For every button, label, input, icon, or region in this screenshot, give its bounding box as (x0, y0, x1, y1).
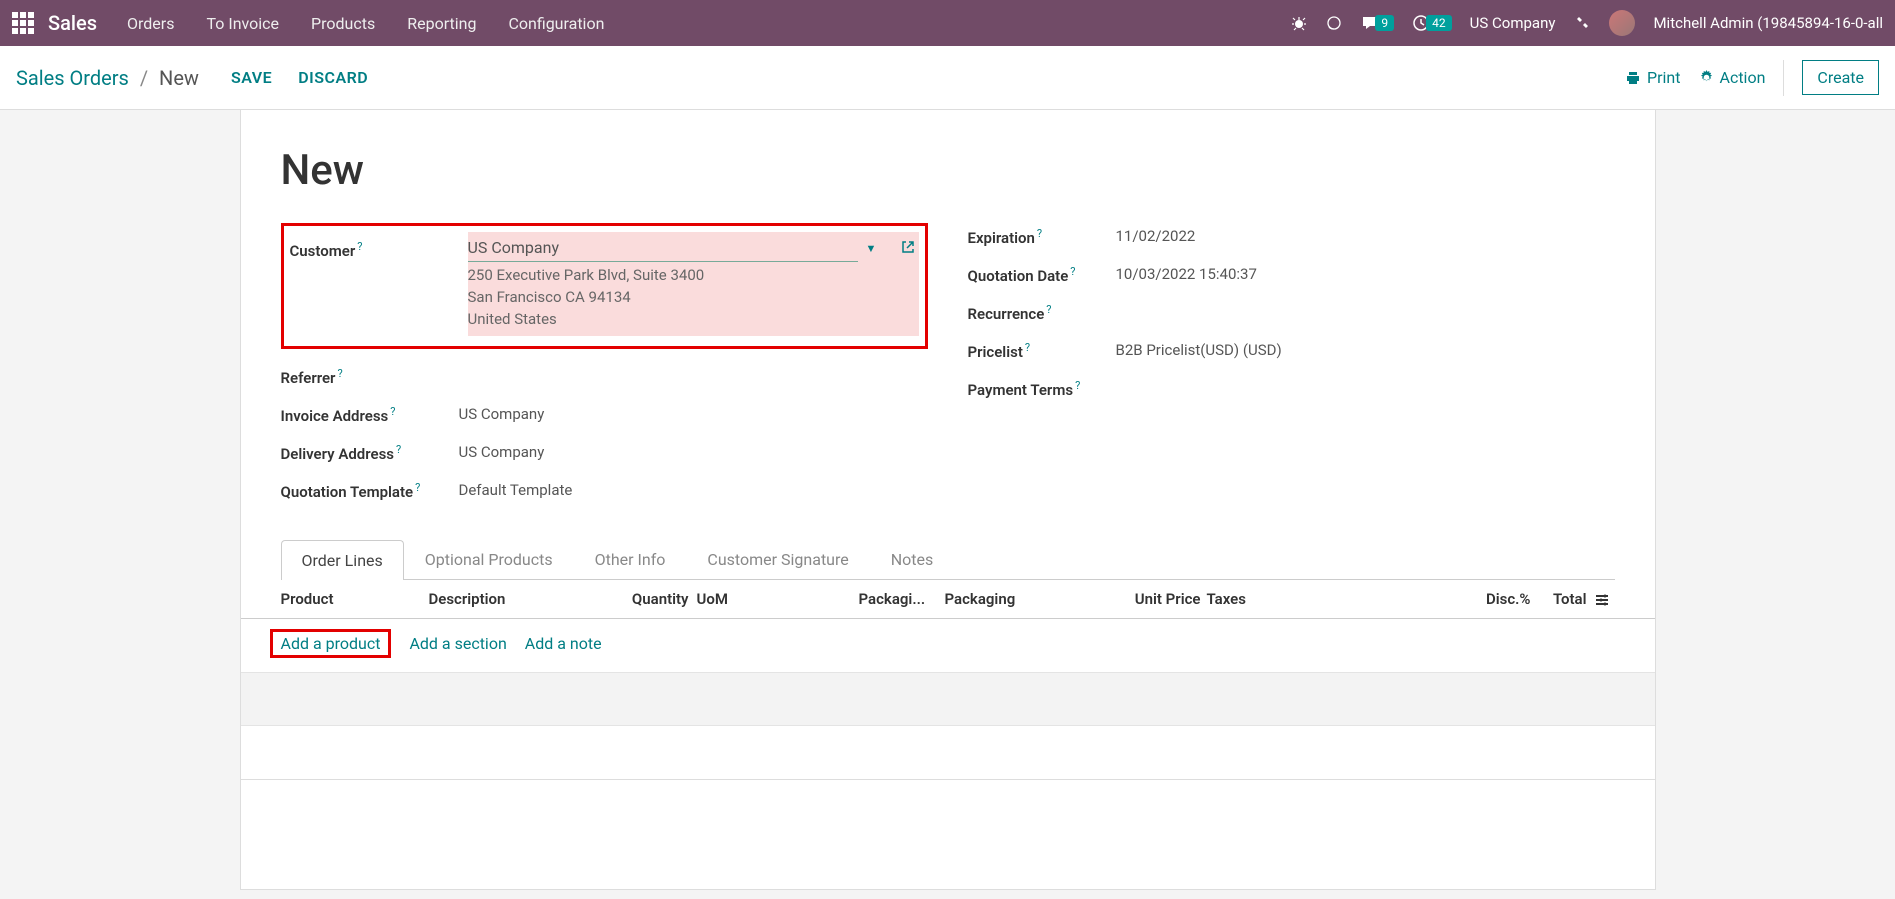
breadcrumb-current: New (159, 66, 199, 90)
recurrence-value[interactable] (1116, 299, 1615, 303)
expiration-value[interactable]: 11/02/2022 (1116, 223, 1615, 245)
invoice-address-label: Invoice Address? (281, 401, 459, 425)
customer-address-2: San Francisco CA 94134 (468, 288, 911, 306)
external-link-icon[interactable] (900, 236, 916, 255)
user-name[interactable]: Mitchell Admin (19845894-16-0-all (1653, 14, 1883, 32)
add-product-highlight: Add a product (270, 629, 392, 658)
customer-address-3: United States (468, 310, 911, 328)
app-title[interactable]: Sales (48, 11, 97, 35)
print-button[interactable]: Print (1625, 68, 1680, 87)
col-uom: UoM (689, 590, 859, 608)
form-sheet: New Customer? ▼ 250 Executive Park Blvd,… (240, 110, 1656, 890)
company-switcher[interactable]: US Company (1470, 14, 1556, 32)
messages-icon[interactable]: 9 (1361, 14, 1394, 32)
customer-field-highlight: Customer? ▼ 250 Executive Park Blvd, Sui… (281, 223, 928, 349)
col-quantity: Quantity (611, 590, 689, 608)
recurrence-label: Recurrence? (968, 299, 1116, 323)
col-product: Product (281, 590, 429, 608)
menu-reporting[interactable]: Reporting (407, 14, 476, 33)
customer-input[interactable] (468, 234, 858, 262)
avatar[interactable] (1609, 10, 1635, 36)
add-note-link[interactable]: Add a note (525, 634, 602, 653)
create-button[interactable]: Create (1802, 60, 1879, 95)
invoice-address-value[interactable]: US Company (459, 401, 928, 423)
payment-terms-value[interactable] (1116, 375, 1615, 379)
breadcrumb-root[interactable]: Sales Orders (16, 66, 129, 90)
col-unit-price: Unit Price (1129, 590, 1201, 608)
pricelist-value[interactable]: B2B Pricelist(USD) (USD) (1116, 337, 1615, 359)
expiration-label: Expiration? (968, 223, 1116, 247)
add-product-link[interactable]: Add a product (281, 634, 381, 653)
columns-settings-icon[interactable] (1595, 590, 1615, 608)
tab-notes[interactable]: Notes (870, 539, 955, 579)
tab-order-lines[interactable]: Order Lines (281, 540, 404, 580)
activities-count: 42 (1426, 15, 1452, 31)
tools-icon[interactable] (1573, 14, 1591, 32)
tab-other-info[interactable]: Other Info (574, 539, 687, 579)
save-button[interactable]: SAVE (231, 68, 272, 87)
apps-icon[interactable] (12, 12, 34, 34)
table-footer-band (241, 726, 1655, 780)
delivery-address-value[interactable]: US Company (459, 439, 928, 461)
control-panel: Sales Orders / New SAVE DISCARD Print Ac… (0, 46, 1895, 110)
messages-count: 9 (1375, 15, 1394, 31)
quotation-template-label: Quotation Template? (281, 477, 459, 501)
empty-row-band (241, 672, 1655, 726)
quotation-date-value[interactable]: 10/03/2022 15:40:37 (1116, 261, 1615, 283)
col-packaging-qty: Packagi... (859, 590, 945, 608)
quotation-date-label: Quotation Date? (968, 261, 1116, 285)
activities-icon[interactable]: 42 (1412, 14, 1452, 32)
action-button[interactable]: Action (1699, 68, 1766, 87)
discard-button[interactable]: DISCARD (298, 68, 368, 87)
caret-down-icon[interactable]: ▼ (866, 242, 877, 255)
col-taxes: Taxes (1201, 590, 1391, 608)
col-total: Total (1531, 590, 1595, 608)
menu-to-invoice[interactable]: To Invoice (206, 14, 279, 33)
tab-optional-products[interactable]: Optional Products (404, 539, 574, 579)
notebook-tabs: Order Lines Optional Products Other Info… (281, 539, 1615, 580)
print-icon (1625, 70, 1641, 86)
referrer-label: Referrer? (281, 363, 459, 387)
menu-orders[interactable]: Orders (127, 14, 174, 33)
customer-address-1: 250 Executive Park Blvd, Suite 3400 (468, 266, 911, 284)
menu-configuration[interactable]: Configuration (508, 14, 604, 33)
top-navbar: Sales Orders To Invoice Products Reporti… (0, 0, 1895, 46)
col-packaging: Packaging (945, 590, 1129, 608)
tab-customer-signature[interactable]: Customer Signature (686, 539, 869, 579)
gear-icon (1699, 70, 1714, 85)
menu-products[interactable]: Products (311, 14, 375, 33)
payment-terms-label: Payment Terms? (968, 375, 1116, 399)
col-discount: Disc.% (1391, 590, 1531, 608)
quotation-template-value[interactable]: Default Template (459, 477, 928, 499)
delivery-address-label: Delivery Address? (281, 439, 459, 463)
main-menu: Orders To Invoice Products Reporting Con… (127, 14, 604, 33)
add-section-link[interactable]: Add a section (409, 634, 506, 653)
order-lines-table: Product Description Quantity UoM Packagi… (241, 580, 1655, 780)
bug-icon[interactable] (1291, 15, 1307, 31)
breadcrumb: Sales Orders / New (16, 66, 199, 90)
page-title: New (281, 146, 1655, 195)
pricelist-label: Pricelist? (968, 337, 1116, 361)
customer-label: Customer? (290, 232, 468, 336)
support-icon[interactable] (1325, 14, 1343, 32)
col-description: Description (429, 590, 611, 608)
referrer-value[interactable] (459, 363, 928, 367)
